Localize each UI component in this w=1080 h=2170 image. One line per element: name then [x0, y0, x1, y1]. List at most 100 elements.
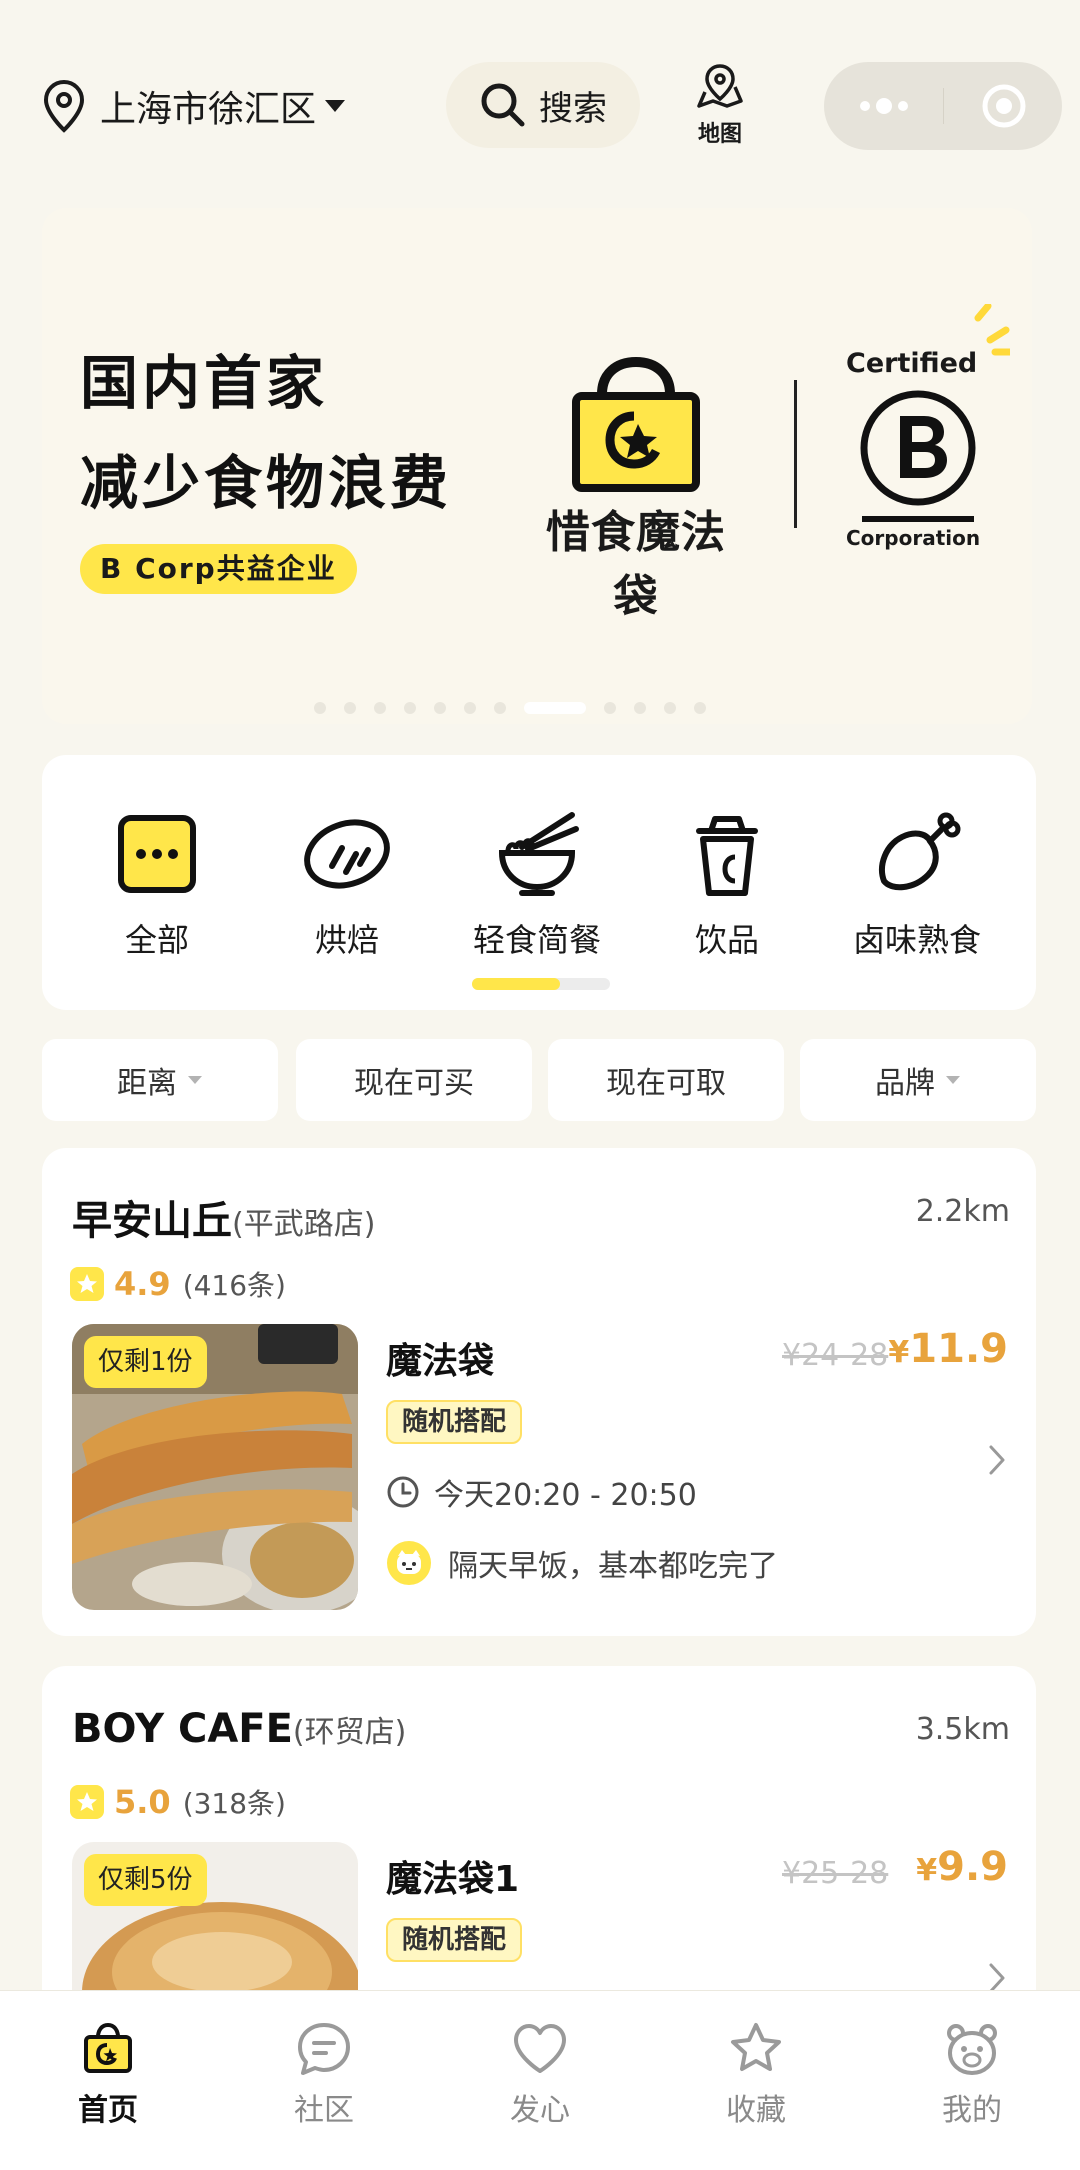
category-braised[interactable]: 卤味熟食 [842, 807, 992, 961]
banner-headline-1: 国内首家 [80, 349, 329, 417]
banner-dot [344, 702, 356, 714]
tab-heart[interactable]: 发心 [470, 2021, 610, 2129]
banner-dot [464, 702, 476, 714]
banner-dot [604, 702, 616, 714]
store-branch: (平武路店) [232, 1207, 376, 1242]
promo-banner[interactable]: 国内首家 减少食物浪费 B Corp共益企业 惜食魔法袋 Certified C… [42, 208, 1032, 724]
top-bar: 上海市徐汇区 搜索 地图 [0, 0, 1080, 200]
review-count: (318条) [182, 1787, 286, 1820]
category-label: 卤味熟食 [852, 921, 981, 959]
tab-label: 社区 [294, 2093, 354, 2128]
bread-icon [302, 807, 392, 901]
current-price: ¥9.9 [916, 1844, 1008, 1890]
filter-brand[interactable]: 品牌 [800, 1039, 1036, 1121]
tab-profile[interactable]: 我的 [902, 2021, 1042, 2129]
certified-text: Certified [846, 348, 978, 379]
capsule-divider [943, 88, 944, 124]
magic-bag-logo-icon [530, 354, 742, 494]
tab-favorites[interactable]: 收藏 [686, 2021, 826, 2129]
product-name: 魔法袋 [386, 1341, 495, 1382]
pickup-time-text: 今天20:20 - 20:50 [434, 1478, 697, 1513]
miniapp-capsule [824, 62, 1062, 150]
star-badge-icon [70, 1267, 104, 1301]
clock-icon [386, 1475, 420, 1509]
search-label: 搜索 [539, 88, 607, 129]
corporation-text: Corporation [846, 526, 981, 550]
reviewer-avatar-icon [386, 1540, 432, 1586]
tab-home[interactable]: 首页 [38, 2021, 178, 2129]
search-button[interactable]: 搜索 [446, 62, 640, 148]
category-bakery[interactable]: 烘焙 [272, 807, 422, 961]
filter-pickup-now[interactable]: 现在可取 [548, 1039, 784, 1121]
store-branch: (环贸店) [292, 1715, 407, 1750]
store-rating: 4.9 (416条) [70, 1264, 286, 1304]
location-selector[interactable]: 上海市徐汇区 [42, 78, 346, 134]
chevron-right-icon[interactable] [988, 1444, 1006, 1476]
filter-buy-now[interactable]: 现在可买 [296, 1039, 532, 1121]
heart-icon [512, 2021, 568, 2077]
close-miniapp-icon[interactable] [980, 82, 1028, 130]
rating-value: 5.0 [114, 1783, 171, 1821]
location-text: 上海市徐汇区 [100, 89, 317, 130]
review-snippet: 隔天早饭，基本都吃完了 [386, 1540, 778, 1586]
category-label: 烘焙 [314, 921, 379, 959]
stock-badge: 仅剩5份 [84, 1854, 207, 1906]
search-icon [479, 81, 527, 129]
tab-community[interactable]: 社区 [254, 2021, 394, 2129]
banner-dot [494, 702, 506, 714]
store-distance: 2.2km [915, 1194, 1010, 1229]
banner-dot [404, 702, 416, 714]
price-symbol: ¥ [888, 1335, 910, 1370]
price-symbol: ¥ [916, 1853, 938, 1888]
banner-dot [664, 702, 676, 714]
rating-value: 4.9 [114, 1265, 171, 1303]
noodle-bowl-icon [492, 807, 582, 901]
category-scroll-thumb [472, 978, 560, 990]
banner-dot [374, 702, 386, 714]
filter-label: 现在可买 [354, 1066, 474, 1101]
caret-down-icon [324, 99, 346, 113]
category-label: 饮品 [694, 921, 759, 959]
category-label: 轻食简餐 [472, 921, 601, 959]
category-bar: 全部 烘焙 轻食简餐 饮品 卤味熟食 [42, 755, 1036, 1010]
tab-label: 我的 [942, 2093, 1002, 2128]
banner-dot-active [524, 702, 586, 714]
price-value: 11.9 [909, 1326, 1008, 1372]
store-name-line: BOY CAFE(环贸店) [72, 1706, 406, 1752]
original-price: ¥25-28 [782, 1856, 889, 1891]
category-all[interactable]: 全部 [82, 807, 232, 961]
map-icon [695, 62, 745, 112]
bcorp-pill: B Corp共益企业 [80, 544, 357, 594]
price-value: 9.9 [937, 1844, 1008, 1890]
filter-label: 品牌 [875, 1066, 935, 1101]
store-name-line: 早安山丘(平武路店) [72, 1188, 375, 1246]
category-drinks[interactable]: 饮品 [652, 807, 802, 961]
store-name: BOY CAFE [72, 1706, 293, 1752]
banner-pagination [314, 702, 706, 714]
tab-label: 首页 [78, 2093, 138, 2128]
store-card[interactable]: 早安山丘(平武路店) 2.2km 4.9 (416条) 仅剩1份 魔法袋 ¥24… [42, 1148, 1036, 1636]
category-light-meal[interactable]: 轻食简餐 [462, 807, 612, 961]
chat-bubble-icon [296, 2021, 352, 2077]
filter-distance[interactable]: 距离 [42, 1039, 278, 1121]
caret-down-icon [945, 1075, 961, 1085]
stock-badge: 仅剩1份 [84, 1336, 207, 1388]
more-options-button[interactable] [860, 98, 908, 114]
home-bag-icon [80, 2021, 136, 2077]
brand-name: 惜食魔法袋 [546, 507, 726, 622]
all-grid-icon [117, 807, 197, 901]
category-label: 全部 [124, 921, 189, 959]
review-text: 隔天早饭，基本都吃完了 [448, 1549, 778, 1584]
star-icon [728, 2021, 784, 2077]
pickup-time: 今天20:20 - 20:50 [386, 1470, 697, 1514]
banner-dot [314, 702, 326, 714]
product-name: 魔法袋1 [386, 1859, 520, 1900]
map-button[interactable]: 地图 [690, 62, 750, 152]
caret-down-icon [187, 1075, 203, 1085]
banner-dot [634, 702, 646, 714]
filter-label: 距离 [117, 1066, 177, 1101]
banner-divider [794, 380, 797, 528]
random-mix-tag: 随机搭配 [386, 1918, 523, 1962]
review-count: (416条) [182, 1269, 286, 1302]
drink-cup-icon [687, 807, 767, 901]
